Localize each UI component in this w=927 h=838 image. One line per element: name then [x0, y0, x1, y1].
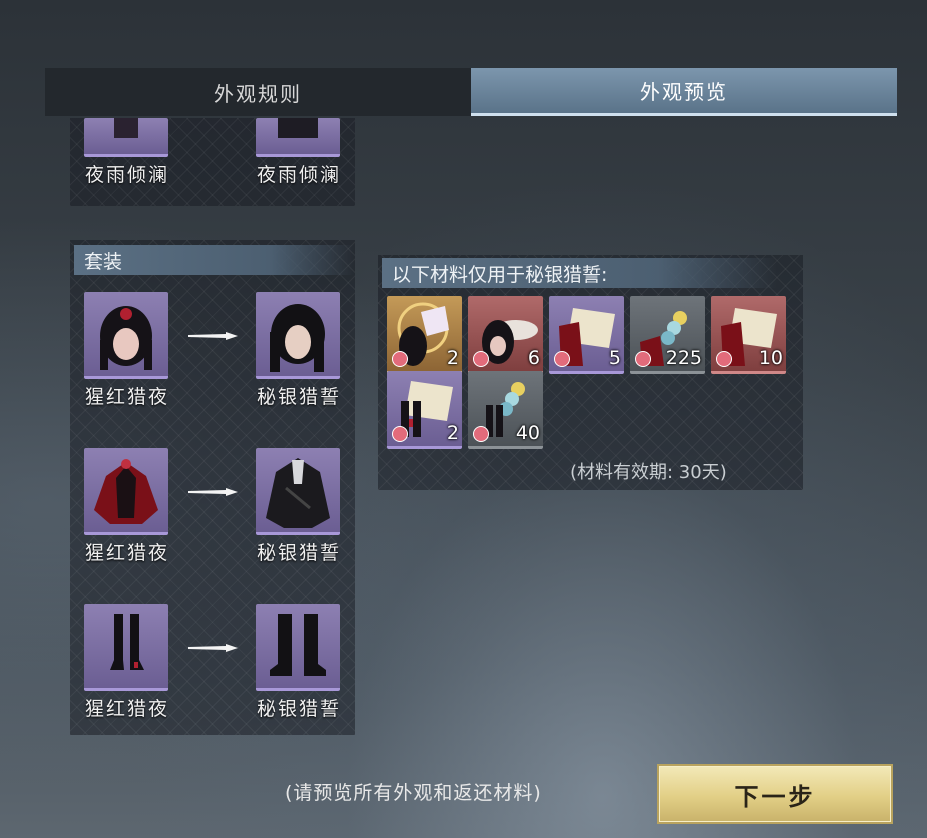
set-row-3-to-name: 秘银猎誓 [256, 698, 341, 720]
material-slot-3[interactable]: 5 [549, 296, 624, 374]
preview-notice: (请预览所有外观和返还材料) [285, 782, 542, 804]
tab-appearance-preview[interactable]: 外观预览 [471, 68, 897, 116]
material-qty: 10 [758, 347, 783, 369]
material-qty: 40 [515, 422, 540, 444]
partial-item-icon [278, 118, 318, 138]
material-qty: 5 [608, 347, 621, 369]
material-slot-4[interactable]: 225 [630, 296, 705, 374]
tab-appearance-rules[interactable]: 外观规则 [45, 68, 471, 116]
material-qty: 2 [446, 422, 459, 444]
set-row-2-to-name: 秘银猎誓 [256, 542, 341, 564]
timer-icon [716, 351, 732, 367]
material-validity-note: (材料有效期: 30天) [570, 462, 727, 483]
set-row-1-to-slot[interactable] [256, 292, 340, 379]
material-slot-1[interactable]: 2 [387, 296, 462, 374]
material-qty: 6 [527, 347, 540, 369]
material-slot-5[interactable]: 10 [711, 296, 786, 374]
timer-icon [635, 351, 651, 367]
timer-icon [473, 351, 489, 367]
heeled-boots-icon [110, 614, 144, 670]
partial-item-icon [114, 118, 138, 138]
arrow-icon [188, 332, 238, 340]
red-outfit-icon [94, 459, 158, 524]
material-slot-2[interactable]: 6 [468, 296, 543, 374]
arrow-icon [188, 644, 238, 652]
top-right-name: 夜雨倾澜 [256, 164, 341, 186]
set-row-2-from-slot[interactable] [84, 448, 168, 535]
set-row-2-from-name: 猩红猎夜 [84, 542, 169, 564]
set-row-1-from-name: 猩红猎夜 [84, 386, 169, 408]
male-head-icon [270, 304, 325, 372]
female-head-icon [100, 306, 152, 370]
top-right-slot[interactable] [256, 118, 340, 157]
set-row-3-from-slot[interactable] [84, 604, 168, 691]
set-row-2-to-slot[interactable] [256, 448, 340, 535]
arrow-icon [188, 488, 238, 496]
set-row-1-to-name: 秘银猎誓 [256, 386, 341, 408]
set-row-3-to-slot[interactable] [256, 604, 340, 691]
material-slot-6[interactable]: 2 [387, 371, 462, 449]
timer-icon [473, 426, 489, 442]
top-left-name: 夜雨倾澜 [84, 164, 169, 186]
next-step-button[interactable]: 下一步 [657, 764, 893, 824]
set-row-3-from-name: 猩红猎夜 [84, 698, 169, 720]
top-left-slot[interactable] [84, 118, 168, 157]
black-boots-icon [270, 614, 326, 676]
timer-icon [554, 351, 570, 367]
materials-title: 以下材料仅用于秘银猎誓: [382, 258, 777, 288]
material-qty: 2 [446, 347, 459, 369]
material-slot-7[interactable]: 40 [468, 371, 543, 449]
timer-icon [392, 351, 408, 367]
set-row-1-from-slot[interactable] [84, 292, 168, 379]
tab-bar: 外观规则 外观预览 [45, 68, 897, 116]
material-qty: 225 [665, 347, 702, 369]
black-coat-icon [266, 458, 330, 528]
set-section-title: 套装 [74, 245, 354, 275]
timer-icon [392, 426, 408, 442]
